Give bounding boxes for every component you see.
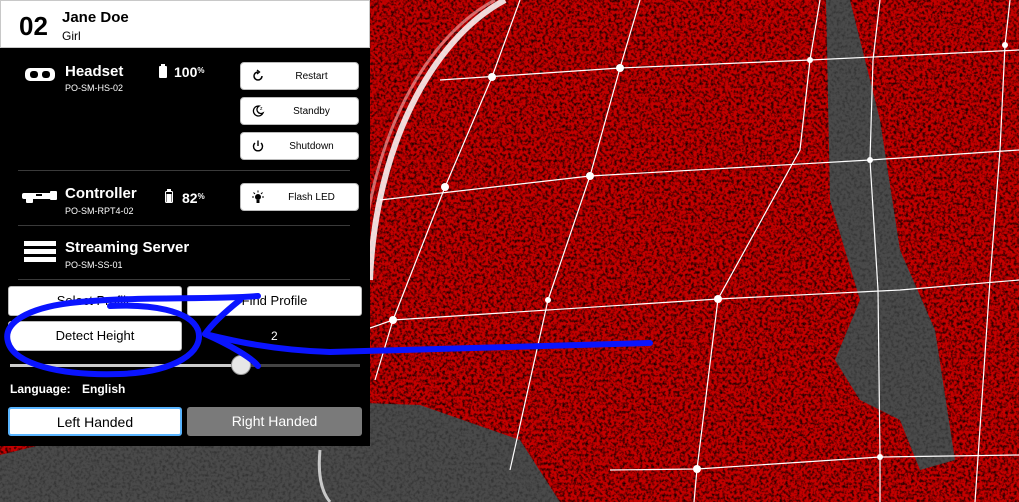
controller-id: PO-SM-RPT4-02 xyxy=(65,206,134,216)
shutdown-button[interactable]: Shutdown xyxy=(240,132,359,160)
find-profile-label: Find Profile xyxy=(241,293,308,308)
user-number: 02 xyxy=(19,11,48,41)
restart-button[interactable]: Restart xyxy=(240,62,359,90)
standby-button[interactable]: z Standby xyxy=(240,97,359,125)
vr-headset-icon xyxy=(25,68,55,81)
server-title: Streaming Server xyxy=(65,239,190,256)
right-handed-button[interactable]: Right Handed xyxy=(187,407,362,436)
shutdown-label: Shutdown xyxy=(289,141,334,152)
height-slider-thumb[interactable] xyxy=(231,355,251,375)
language-value[interactable]: English xyxy=(82,382,125,396)
svg-text:z: z xyxy=(260,106,263,112)
server-id: PO-SM-SS-01 xyxy=(65,260,123,270)
power-icon xyxy=(252,140,264,152)
moon-icon: z xyxy=(252,105,265,117)
user-gender: Girl xyxy=(62,29,81,43)
standby-label: Standby xyxy=(293,106,330,117)
headset-id: PO-SM-HS-02 xyxy=(65,83,124,93)
detect-height-label: Detect Height xyxy=(55,328,135,343)
divider xyxy=(18,225,350,226)
height-slider-value: 2 xyxy=(271,329,278,343)
find-profile-button[interactable]: Find Profile xyxy=(187,286,362,316)
battery-full-icon xyxy=(159,64,167,78)
user-name: Jane Doe xyxy=(62,9,129,26)
detect-height-button[interactable]: Detect Height xyxy=(8,321,182,351)
server-icon xyxy=(24,241,56,262)
divider xyxy=(18,279,350,280)
controller-battery: 82% xyxy=(182,190,205,206)
left-handed-label: Left Handed xyxy=(56,414,134,430)
bulb-icon xyxy=(252,190,264,203)
restart-icon xyxy=(253,69,263,81)
select-profile-button[interactable]: Select Profile xyxy=(8,286,182,316)
battery-high-icon xyxy=(165,189,173,203)
headset-battery: 100% xyxy=(174,64,205,80)
flash-led-button[interactable]: Flash LED xyxy=(240,183,359,211)
controller-title: Controller xyxy=(65,185,137,202)
language-label: Language: xyxy=(10,382,71,396)
restart-label: Restart xyxy=(295,71,328,82)
divider xyxy=(18,170,350,171)
flash-led-label: Flash LED xyxy=(288,192,335,203)
controller-icon xyxy=(22,191,57,203)
select-profile-label: Select Profile xyxy=(56,293,134,308)
user-header: 02 Jane Doe Girl xyxy=(0,0,370,48)
left-handed-button[interactable]: Left Handed xyxy=(8,407,182,436)
control-panel: 02 Jane Doe Girl Headset PO-SM-HS-02 100… xyxy=(0,0,370,446)
height-slider-track[interactable] xyxy=(10,364,360,367)
height-slider-fill xyxy=(10,364,241,367)
headset-title: Headset xyxy=(65,63,124,80)
right-handed-label: Right Handed xyxy=(231,413,318,429)
